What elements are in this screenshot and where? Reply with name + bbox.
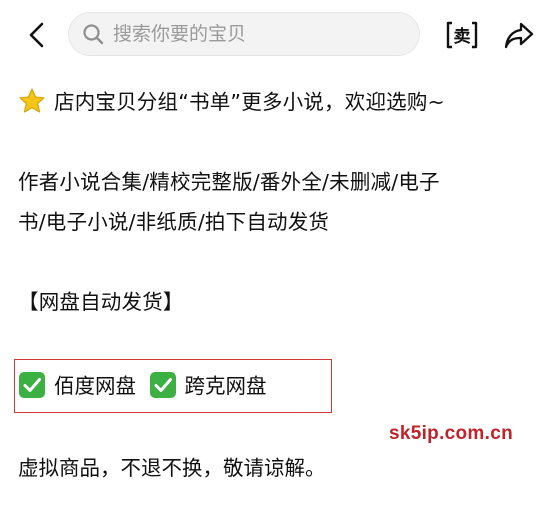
back-button[interactable] bbox=[20, 18, 54, 52]
check-icon bbox=[19, 372, 45, 398]
sell-button[interactable]: 卖 bbox=[443, 16, 481, 54]
section-title: 【网盘自动发货】 bbox=[18, 290, 184, 314]
search-input[interactable] bbox=[113, 14, 403, 54]
star-icon bbox=[19, 88, 45, 113]
chevron-left-icon bbox=[29, 22, 44, 48]
sell-label: 卖 bbox=[454, 26, 471, 47]
drive-item-baidu: 佰度网盘 bbox=[18, 366, 136, 406]
watermark: sk5ip.com.cn bbox=[389, 423, 513, 444]
share-button[interactable] bbox=[500, 16, 538, 54]
sell-icon: 卖 bbox=[446, 21, 478, 49]
drive-list: 佰度网盘 跨克网盘 bbox=[18, 366, 267, 406]
search-box[interactable] bbox=[68, 12, 420, 56]
drive-label: 佰度网盘 bbox=[54, 374, 136, 398]
check-icon bbox=[149, 372, 176, 398]
share-arrow-icon bbox=[504, 22, 534, 49]
search-icon bbox=[81, 22, 105, 46]
drive-item-quark: 跨克网盘 bbox=[149, 366, 267, 406]
drive-label: 跨克网盘 bbox=[184, 374, 267, 398]
description-line-1: 作者小说合集/精校完整版/番外全/未删减/电子 bbox=[18, 170, 440, 194]
intro-text: 店内宝贝分组“书单”更多小说，欢迎选购~ bbox=[54, 90, 445, 114]
notice-text: 虚拟商品，不退不换，敬请谅解。 bbox=[18, 456, 326, 480]
intro-line: 店内宝贝分组“书单”更多小说，欢迎选购~ bbox=[18, 82, 538, 122]
description-content: 店内宝贝分组“书单”更多小说，欢迎选购~ 作者小说合集/精校完整版/番外全/未删… bbox=[18, 82, 538, 322]
description-line-2: 书/电子小说/非纸质/拍下自动发货 bbox=[18, 210, 330, 234]
top-bar: 卖 bbox=[0, 0, 554, 70]
